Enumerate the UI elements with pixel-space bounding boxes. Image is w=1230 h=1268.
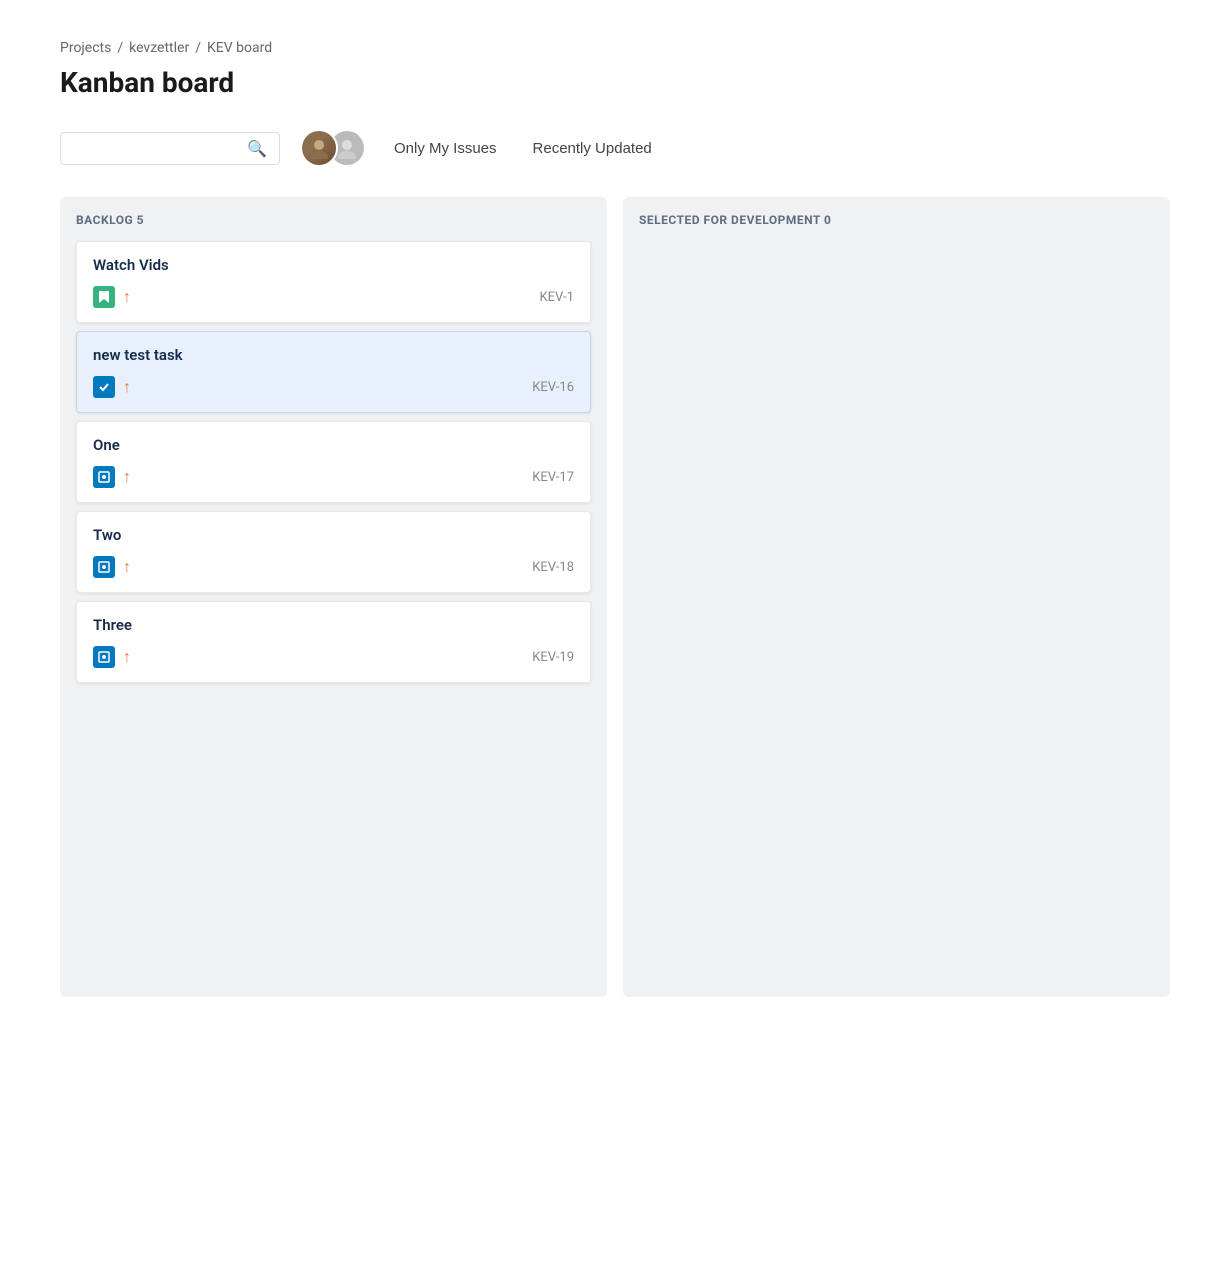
card-kev17-footer: ↑ KEV-17	[93, 466, 574, 488]
breadcrumb-user[interactable]: kevzettler	[129, 40, 189, 56]
priority-up-icon: ↑	[123, 287, 131, 307]
column-backlog-header: BACKLOG 5	[76, 213, 591, 227]
card-kev16-id: KEV-16	[532, 380, 574, 395]
card-kev18-icons: ↑	[93, 556, 131, 578]
card-kev16-title: new test task	[93, 346, 574, 364]
breadcrumb-projects[interactable]: Projects	[60, 40, 111, 56]
card-kev16-footer: ↑ KEV-16	[93, 376, 574, 398]
card-kev16[interactable]: new test task ↑ KEV-16	[76, 331, 591, 413]
search-box[interactable]: 🔍	[60, 132, 280, 165]
card-kev1-icons: ↑	[93, 286, 131, 308]
column-selected-dev: SELECTED FOR DEVELOPMENT 0	[623, 197, 1170, 997]
search-icon: 🔍	[247, 139, 267, 158]
card-kev19-footer: ↑ KEV-19	[93, 646, 574, 668]
card-kev1-id: KEV-1	[540, 290, 575, 305]
avatar-user1[interactable]	[300, 129, 338, 167]
priority-up-icon-18: ↑	[123, 557, 131, 577]
card-kev18[interactable]: Two ↑ KEV-18	[76, 511, 591, 593]
user1-avatar-img	[308, 137, 330, 159]
recently-updated-button[interactable]: Recently Updated	[525, 136, 660, 161]
task-icon-17	[93, 466, 115, 488]
card-kev18-id: KEV-18	[532, 560, 574, 575]
checkbox-icon	[93, 376, 115, 398]
priority-up-icon-16: ↑	[123, 377, 131, 397]
card-kev19[interactable]: Three ↑ KEV-19	[76, 601, 591, 683]
column-selected-dev-header: SELECTED FOR DEVELOPMENT 0	[639, 213, 1154, 227]
card-kev1[interactable]: Watch Vids ↑ KEV-1	[76, 241, 591, 323]
bookmark-icon	[93, 286, 115, 308]
avatar-group	[300, 129, 366, 167]
card-kev19-id: KEV-19	[532, 650, 574, 665]
breadcrumb: Projects / kevzettler / KEV board	[60, 40, 1170, 56]
card-kev17-id: KEV-17	[532, 470, 574, 485]
card-kev17[interactable]: One ↑ KEV-17	[76, 421, 591, 503]
card-kev18-title: Two	[93, 526, 574, 544]
only-my-issues-button[interactable]: Only My Issues	[386, 136, 505, 161]
card-kev19-icons: ↑	[93, 646, 131, 668]
card-kev17-icons: ↑	[93, 466, 131, 488]
priority-up-icon-19: ↑	[123, 647, 131, 667]
priority-up-icon-17: ↑	[123, 467, 131, 487]
card-kev19-title: Three	[93, 616, 574, 634]
page-title: Kanban board	[60, 66, 1170, 99]
card-kev18-footer: ↑ KEV-18	[93, 556, 574, 578]
card-kev1-footer: ↑ KEV-1	[93, 286, 574, 308]
column-backlog: BACKLOG 5 Watch Vids ↑ KEV-1 new test ta…	[60, 197, 607, 997]
card-kev16-icons: ↑	[93, 376, 131, 398]
breadcrumb-sep2: /	[195, 40, 201, 56]
card-kev17-title: One	[93, 436, 574, 454]
task-icon-18	[93, 556, 115, 578]
card-kev1-title: Watch Vids	[93, 256, 574, 274]
task-icon-19	[93, 646, 115, 668]
user2-avatar-img	[336, 137, 358, 159]
toolbar: 🔍 Only My Issues Recently Updated	[60, 129, 1170, 167]
breadcrumb-sep1: /	[117, 40, 123, 56]
breadcrumb-board[interactable]: KEV board	[207, 40, 272, 56]
search-input[interactable]	[73, 140, 243, 156]
kanban-board: BACKLOG 5 Watch Vids ↑ KEV-1 new test ta…	[60, 197, 1170, 997]
